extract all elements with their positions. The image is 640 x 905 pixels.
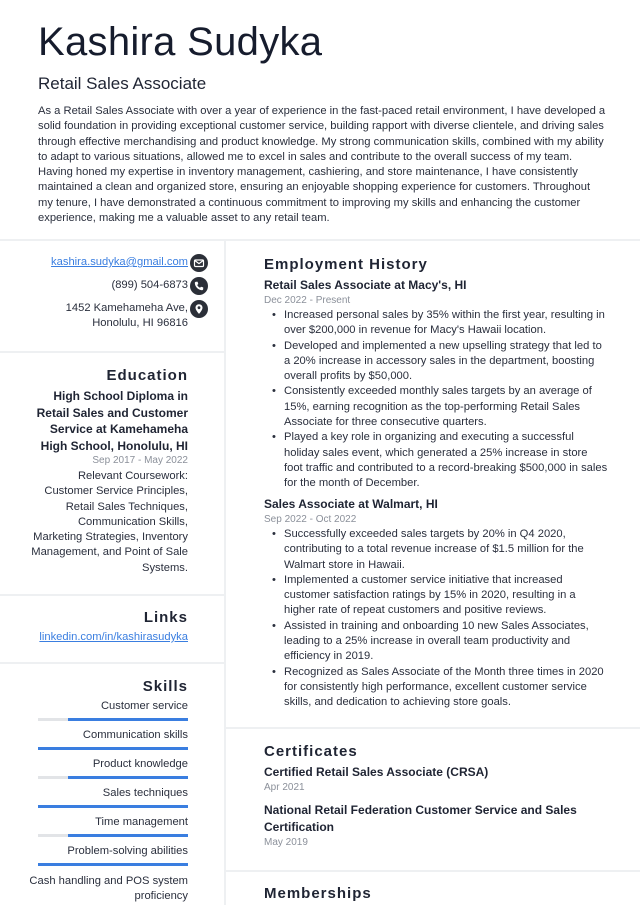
email-link[interactable]: kashira.sudyka@gmail.com bbox=[51, 255, 188, 270]
skill-level-bar bbox=[38, 805, 188, 808]
contact-email-row: kashira.sudyka@gmail.com bbox=[51, 254, 208, 272]
skills-heading: Skills bbox=[142, 678, 188, 695]
education-degree: High School Diploma in Retail Sales and … bbox=[36, 389, 188, 453]
skill-level-bar bbox=[38, 776, 188, 779]
skill-label: Problem-solving abilities bbox=[67, 845, 188, 857]
address-line-2: Honolulu, HI 96816 bbox=[92, 317, 188, 330]
phone-icon bbox=[190, 277, 208, 295]
education-date: Sep 2017 - May 2022 bbox=[92, 455, 188, 466]
skill-label: Cash handling and POS system proficiency bbox=[29, 875, 188, 903]
skill-level-bar bbox=[38, 863, 188, 866]
contact-divider bbox=[0, 351, 224, 353]
skill-level-fill bbox=[68, 834, 188, 837]
skill-label: Sales techniques bbox=[102, 787, 188, 799]
skill-label: Communication skills bbox=[82, 729, 188, 741]
skill-level-fill bbox=[68, 776, 188, 779]
skill-level-bar bbox=[38, 834, 188, 837]
map-pin-icon bbox=[190, 300, 208, 318]
skill-label: Time management bbox=[95, 816, 188, 828]
contact-address-row: 1452 Kamehameha Ave, Honolulu, HI 96816 bbox=[66, 300, 208, 332]
skill-level-bar bbox=[38, 747, 188, 750]
education-heading: Education bbox=[106, 367, 188, 384]
skill-level-fill bbox=[68, 718, 188, 721]
skill-level-bar bbox=[38, 718, 188, 721]
skill-level-fill bbox=[38, 805, 188, 808]
skill-level-fill bbox=[38, 863, 188, 866]
contact-phone-row: (899) 504-6873 bbox=[111, 277, 208, 295]
memberships-heading: Memberships bbox=[264, 885, 372, 902]
linkedin-link[interactable]: linkedin.com/in/kashirasudyka bbox=[39, 631, 188, 643]
links-heading: Links bbox=[143, 609, 188, 626]
address-line-1: 1452 Kamehameha Ave, bbox=[65, 302, 188, 314]
envelope-icon bbox=[190, 254, 208, 272]
left-sidebar: kashira.sudyka@gmail.com (899) 504-6873 … bbox=[0, 0, 226, 905]
links-divider bbox=[0, 662, 224, 664]
skill-label: Product knowledge bbox=[92, 758, 188, 770]
education-divider bbox=[0, 594, 224, 596]
education-description: Relevant Coursework: Customer Service Pr… bbox=[31, 470, 188, 574]
skill-label: Customer service bbox=[100, 700, 188, 712]
main-content-bottom: Memberships bbox=[264, 0, 609, 905]
skill-level-fill bbox=[38, 747, 188, 750]
address: 1452 Kamehameha Ave, Honolulu, HI 96816 bbox=[66, 301, 188, 332]
phone-number: (899) 504-6873 bbox=[111, 279, 188, 291]
